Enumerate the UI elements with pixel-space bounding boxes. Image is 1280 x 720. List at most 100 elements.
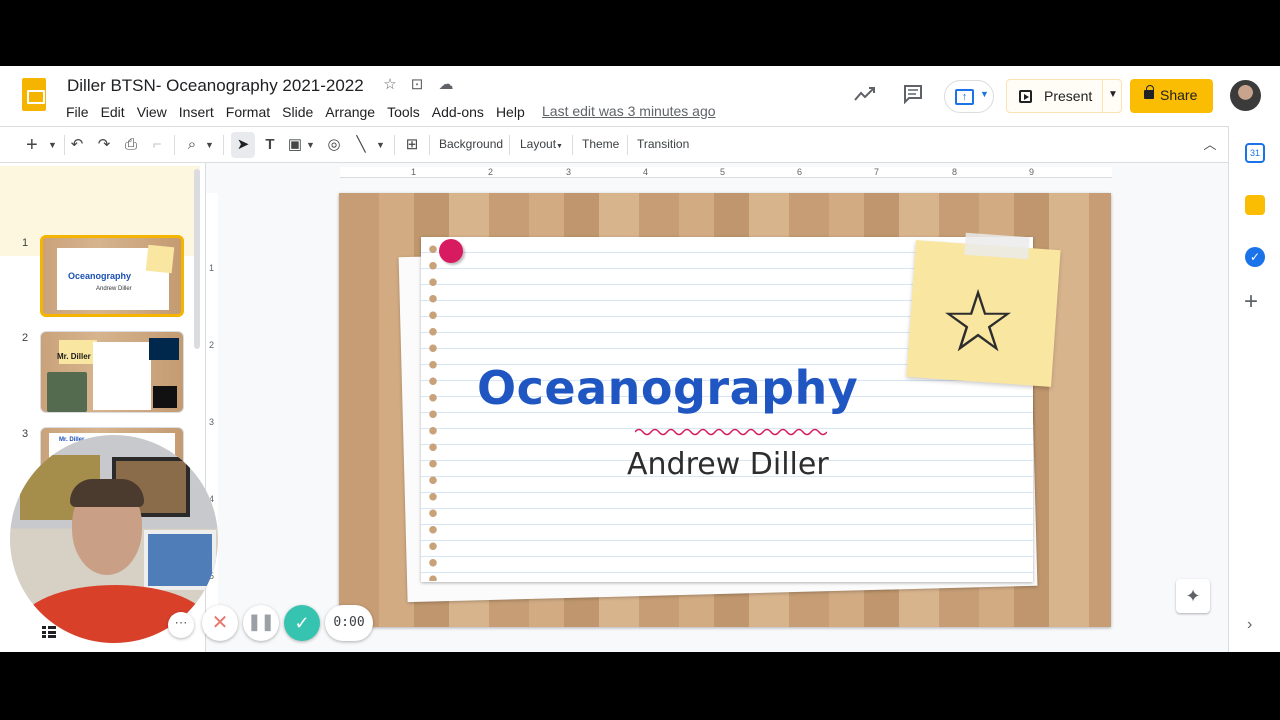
present-to-meeting-button[interactable]: ↑ ▼: [944, 80, 994, 113]
recorder-cancel-icon[interactable]: ✕: [202, 605, 238, 641]
slide-thumbnail-1[interactable]: Oceanography Andrew Diller: [40, 235, 184, 317]
background-button[interactable]: Background: [439, 137, 503, 151]
ruler-mark: 1: [411, 167, 417, 177]
framed-picture: [144, 530, 216, 590]
ruler-mark: 9: [1029, 167, 1035, 177]
recorder-more-options-icon[interactable]: ⋯: [168, 612, 194, 638]
tape-strip: [964, 232, 1030, 260]
ruler-mark: 7: [874, 167, 880, 177]
menu-bar: File Edit View Insert Format Slide Arran…: [60, 102, 531, 122]
new-slide-plus-icon[interactable]: +: [26, 135, 38, 155]
zoom-icon[interactable]: ⌕: [183, 135, 201, 155]
thumb-subtitle: Andrew Diller: [96, 286, 132, 292]
toolbar-divider: [627, 135, 628, 155]
binder-holes: [428, 241, 438, 581]
layout-chevron-icon: ▼: [556, 143, 563, 150]
toolbar-divider: [572, 135, 573, 155]
last-edit-link[interactable]: Last edit was 3 minutes ago: [542, 103, 716, 119]
undo-icon[interactable]: ↶: [68, 135, 86, 155]
thumb-title: Mr. Diller: [57, 352, 91, 361]
menu-slide[interactable]: Slide: [276, 102, 319, 122]
push-pin-icon: [439, 239, 463, 263]
slides-app-window: Diller BTSN- Oceanography 2021-2022 ☆ ⊡ …: [0, 66, 1280, 652]
get-add-ons-plus-icon[interactable]: +: [1244, 288, 1258, 316]
explore-button[interactable]: ✦: [1176, 579, 1210, 613]
star-icon[interactable]: ☆: [381, 76, 399, 94]
comments-icon[interactable]: [903, 84, 923, 110]
michigan-logo: [149, 338, 179, 360]
app-header: Diller BTSN- Oceanography 2021-2022 ☆ ⊡ …: [0, 66, 1280, 126]
move-folder-icon[interactable]: ⊡: [408, 76, 426, 94]
star-doodle-icon: ☆: [939, 274, 1017, 370]
ruler-mark: 4: [643, 167, 649, 177]
show-side-panel-chevron-icon[interactable]: ›: [1247, 616, 1252, 634]
collapse-menus-chevron-up-icon[interactable]: ︿: [1202, 135, 1218, 155]
slide-subtitle[interactable]: Andrew Diller: [627, 447, 829, 482]
document-title[interactable]: Diller BTSN- Oceanography 2021-2022: [67, 76, 364, 96]
account-avatar[interactable]: [1230, 80, 1261, 111]
toolbar-divider: [223, 135, 224, 155]
menu-format[interactable]: Format: [220, 102, 276, 122]
theme-button[interactable]: Theme: [582, 137, 619, 151]
menu-file[interactable]: File: [60, 102, 95, 122]
image-chevron-icon[interactable]: ▼: [306, 135, 315, 155]
layout-button[interactable]: Layout▼: [520, 137, 563, 151]
explore-sparkle-icon: ✦: [1185, 586, 1201, 606]
ruler-mark: 2: [209, 340, 215, 350]
calendar-icon[interactable]: 31: [1245, 143, 1265, 163]
redo-icon[interactable]: ↷: [95, 135, 113, 155]
share-button[interactable]: Share: [1130, 79, 1213, 113]
present-play-icon: [1019, 90, 1032, 103]
text-box-icon[interactable]: T: [260, 135, 280, 155]
present-divider: [1102, 80, 1103, 112]
chevron-down-icon: ▼: [980, 89, 989, 99]
webcam-bubble[interactable]: [10, 435, 218, 643]
activity-trend-icon[interactable]: [854, 85, 876, 109]
menu-add-ons[interactable]: Add-ons: [426, 102, 490, 122]
slides-logo-icon[interactable]: [22, 78, 46, 111]
menu-edit[interactable]: Edit: [95, 102, 131, 122]
insert-image-icon[interactable]: ▣: [286, 135, 304, 155]
current-slide[interactable]: ☆ Oceanography Andrew Diller: [339, 193, 1111, 627]
share-label: Share: [1160, 87, 1198, 103]
new-slide-layout-chevron-icon[interactable]: ▼: [48, 135, 57, 155]
zoom-chevron-icon[interactable]: ▼: [205, 135, 214, 155]
upload-present-icon: ↑: [955, 89, 974, 105]
filmstrip-scrollbar[interactable]: [194, 169, 200, 349]
recorder-pause-icon[interactable]: ❚❚: [243, 605, 279, 641]
side-panel: 31 ✓ + ›: [1228, 126, 1280, 652]
shape-icon[interactable]: ◎: [324, 135, 344, 155]
menu-arrange[interactable]: Arrange: [319, 102, 381, 122]
thumb-title: Oceanography: [68, 271, 132, 281]
ruler-mark: 6: [797, 167, 803, 177]
keep-icon[interactable]: [1245, 195, 1265, 215]
cursor-arrow-icon: ➤: [236, 136, 250, 153]
slide-number: 3: [22, 428, 29, 440]
line-icon[interactable]: ╲: [352, 135, 370, 155]
recorder-finish-check-icon[interactable]: ✓: [284, 605, 320, 641]
present-label: Present: [1044, 88, 1093, 104]
thumb-sticky-note: [145, 244, 175, 274]
thumb-paper: [93, 342, 151, 410]
spellcheck-squiggle: [635, 428, 827, 436]
menu-help[interactable]: Help: [490, 102, 531, 122]
menu-insert[interactable]: Insert: [173, 102, 220, 122]
toolbar-divider: [64, 135, 65, 155]
tasks-icon[interactable]: ✓: [1245, 247, 1265, 267]
menu-view[interactable]: View: [131, 102, 173, 122]
present-options-chevron-icon[interactable]: ▼: [1108, 89, 1118, 100]
thumb-photo: [47, 372, 87, 412]
print-icon[interactable]: ⎙: [121, 135, 141, 155]
transition-button[interactable]: Transition: [637, 137, 689, 151]
present-button[interactable]: Present ▼: [1006, 79, 1122, 113]
slide-title[interactable]: Oceanography: [477, 361, 858, 415]
cloud-status-icon[interactable]: ☁: [437, 76, 455, 94]
paint-format-icon[interactable]: ⌐: [148, 135, 166, 155]
toolbar-divider: [394, 135, 395, 155]
line-chevron-icon[interactable]: ▼: [376, 135, 385, 155]
recorder-timer: 0:00: [325, 605, 373, 641]
menu-tools[interactable]: Tools: [381, 102, 426, 122]
ruler-mark: 2: [488, 167, 494, 177]
add-comment-icon[interactable]: ⊞: [402, 135, 422, 155]
slide-thumbnail-2[interactable]: Mr. Diller: [40, 331, 184, 413]
